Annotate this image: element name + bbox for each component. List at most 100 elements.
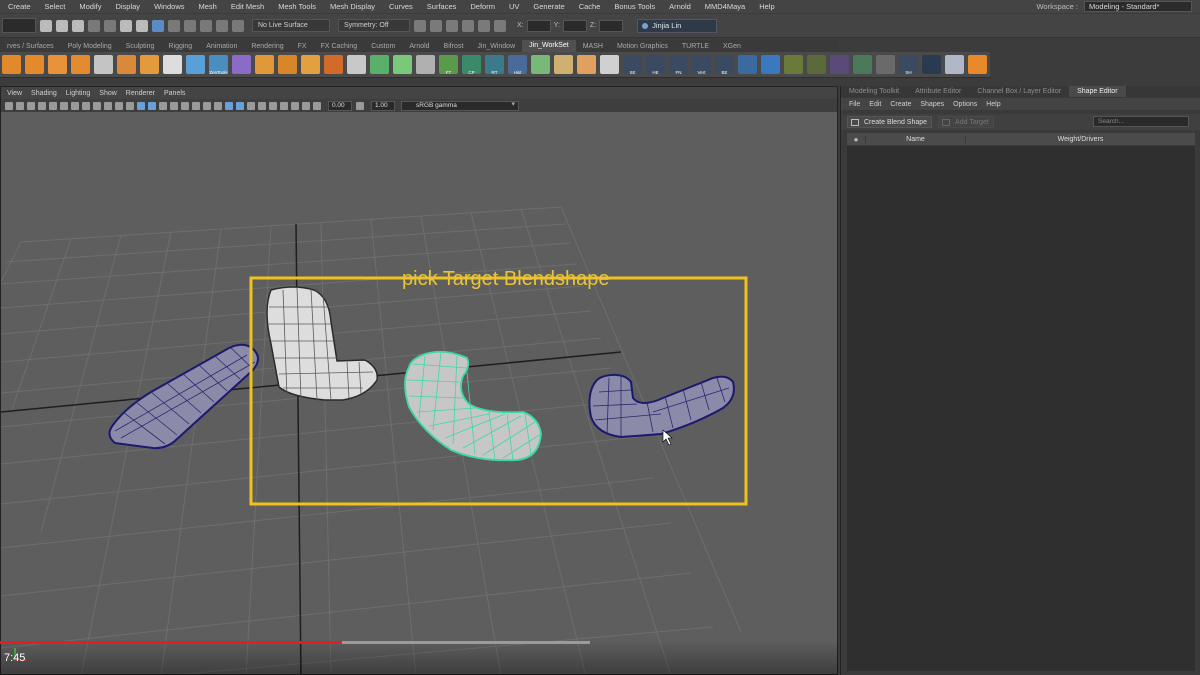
shelf-tab[interactable]: Rendering bbox=[244, 43, 290, 50]
backface-culling-icon[interactable] bbox=[302, 101, 310, 110]
menu-cache[interactable]: Cache bbox=[571, 2, 607, 11]
tab-attribute-editor[interactable]: Attribute Editor bbox=[907, 88, 969, 95]
uv-editor-icon[interactable] bbox=[416, 55, 435, 74]
material-icon[interactable] bbox=[945, 55, 964, 74]
column-name[interactable]: Name bbox=[865, 135, 965, 143]
lights-icon[interactable] bbox=[181, 101, 189, 110]
outliner-icon[interactable] bbox=[876, 55, 895, 74]
shelf-tab[interactable]: rves / Surfaces bbox=[0, 43, 61, 50]
vertex-icon[interactable]: Vert bbox=[692, 55, 711, 75]
menu-curves[interactable]: Curves bbox=[381, 2, 419, 11]
shape-menu-edit[interactable]: Edit bbox=[869, 101, 881, 108]
xray-joints-icon[interactable] bbox=[247, 101, 255, 110]
menu-mmd4maya[interactable]: MMD4Maya bbox=[697, 2, 751, 11]
resolution-gate-icon[interactable] bbox=[82, 101, 90, 110]
new-scene-icon[interactable] bbox=[40, 19, 52, 32]
shelf-tab[interactable]: Bifrost bbox=[437, 43, 471, 50]
smooth-icon[interactable] bbox=[278, 55, 297, 74]
border-edge-icon[interactable]: BE bbox=[715, 55, 734, 75]
select-hierarchy-icon[interactable] bbox=[120, 19, 132, 32]
select-component-icon[interactable] bbox=[152, 19, 164, 32]
two-sided-lighting-icon[interactable] bbox=[291, 101, 299, 110]
grid-toggle-icon[interactable] bbox=[761, 55, 780, 74]
freeze-icon[interactable]: FT bbox=[439, 55, 458, 75]
hard-edge-icon[interactable]: HE bbox=[646, 55, 665, 75]
menu-modify[interactable]: Modify bbox=[71, 2, 107, 11]
extrude-icon[interactable] bbox=[117, 55, 136, 74]
gate-mask-icon[interactable] bbox=[93, 101, 101, 110]
exposure-field[interactable]: 0.00 bbox=[328, 100, 352, 111]
film-gate-icon[interactable] bbox=[71, 101, 79, 110]
shape-menu-help[interactable]: Help bbox=[986, 101, 1000, 108]
shelf-tab[interactable]: Custom bbox=[364, 43, 402, 50]
menu-deform[interactable]: Deform bbox=[462, 2, 501, 11]
shelf-tab-active[interactable]: Jin_WorkSet bbox=[522, 40, 576, 52]
mesh-target-shape[interactable] bbox=[588, 373, 735, 439]
y-field[interactable] bbox=[562, 19, 587, 32]
poly-plane-icon[interactable] bbox=[71, 55, 90, 74]
image-plane-icon[interactable] bbox=[49, 101, 57, 110]
undo-icon[interactable] bbox=[88, 19, 100, 32]
redo-icon[interactable] bbox=[104, 19, 116, 32]
menu-help[interactable]: Help bbox=[751, 2, 780, 11]
center-pivot-icon[interactable]: CP bbox=[462, 55, 481, 75]
snap-grid-icon[interactable] bbox=[168, 19, 180, 32]
bevel-icon[interactable] bbox=[140, 55, 159, 74]
viewport-menu-show[interactable]: Show bbox=[99, 90, 117, 97]
arnold-render-icon[interactable] bbox=[478, 19, 490, 32]
graph-editor-icon[interactable] bbox=[922, 55, 941, 74]
cv-curve-icon[interactable] bbox=[807, 55, 826, 74]
shelf-tab[interactable]: TURTLE bbox=[675, 43, 716, 50]
append-icon[interactable] bbox=[163, 55, 182, 74]
menu-bonus-tools[interactable]: Bonus Tools bbox=[606, 2, 661, 11]
shape-icon[interactable]: SH bbox=[899, 55, 918, 75]
menu-surfaces[interactable]: Surfaces bbox=[419, 2, 463, 11]
viewport-menu-panels[interactable]: Panels bbox=[164, 90, 185, 97]
viewport-scene[interactable]: pick Target Blendshape persp bbox=[1, 112, 837, 674]
shape-menu-shapes[interactable]: Shapes bbox=[920, 101, 944, 108]
open-scene-icon[interactable] bbox=[56, 19, 68, 32]
create-blend-shape-button[interactable]: Create Blend Shape bbox=[847, 116, 933, 128]
visibility-eye-icon[interactable]: ● bbox=[847, 135, 865, 144]
shelf-tab[interactable]: Jin_Window bbox=[470, 43, 522, 50]
sculpt-icon[interactable] bbox=[186, 55, 205, 74]
hypershade-icon[interactable] bbox=[462, 19, 474, 32]
combine-icon[interactable] bbox=[232, 55, 251, 74]
textured-icon[interactable] bbox=[170, 101, 178, 110]
menu-uv[interactable]: UV bbox=[501, 2, 525, 11]
menu-arnold[interactable]: Arnold bbox=[661, 2, 697, 11]
reset-transform-icon[interactable]: RT bbox=[485, 55, 504, 75]
shelf-tab[interactable]: Rigging bbox=[161, 43, 199, 50]
shelf-tab[interactable]: FX Caching bbox=[314, 43, 365, 50]
menu-windows[interactable]: Windows bbox=[146, 2, 190, 11]
gamma-icon[interactable] bbox=[356, 101, 364, 110]
workspace-select[interactable]: Modeling - Standard* bbox=[1084, 1, 1192, 12]
snap-view-icon[interactable] bbox=[216, 19, 228, 32]
bend-icon[interactable] bbox=[531, 55, 550, 74]
select-edge-icon[interactable]: SE bbox=[623, 55, 642, 75]
camera-attributes-icon[interactable] bbox=[27, 101, 35, 110]
menu-mesh-display[interactable]: Mesh Display bbox=[322, 2, 381, 11]
camera-select-icon[interactable] bbox=[5, 101, 13, 110]
separate-icon[interactable] bbox=[255, 55, 274, 74]
smooth-shade-icon[interactable] bbox=[148, 101, 156, 110]
field-chart-icon[interactable] bbox=[104, 101, 112, 110]
menu-edit-mesh[interactable]: Edit Mesh bbox=[223, 2, 270, 11]
viewport-menu-lighting[interactable]: Lighting bbox=[66, 90, 91, 97]
bookmark-icon[interactable] bbox=[38, 101, 46, 110]
hud-icon[interactable] bbox=[269, 101, 277, 110]
color-space-select[interactable]: sRGB gamma bbox=[401, 100, 519, 111]
user-account[interactable]: Jinjia Lin bbox=[637, 18, 718, 33]
motion-blur-icon[interactable] bbox=[214, 101, 222, 110]
ambient-occlusion-icon[interactable] bbox=[203, 101, 211, 110]
shelf-tab[interactable]: FX bbox=[291, 43, 314, 50]
mesh-flat-bar[interactable] bbox=[108, 343, 259, 450]
menu-select[interactable]: Select bbox=[37, 2, 72, 11]
viewport-menu-shading[interactable]: Shading bbox=[31, 90, 57, 97]
boolean-icon[interactable] bbox=[324, 55, 343, 74]
mesh-selected-bent[interactable] bbox=[404, 350, 542, 462]
shelf-tab[interactable]: MASH bbox=[576, 43, 610, 50]
tab-modeling-toolkit[interactable]: Modeling Toolkit bbox=[841, 88, 907, 95]
render-view-icon[interactable] bbox=[968, 55, 987, 74]
pause-icon[interactable] bbox=[494, 19, 506, 32]
